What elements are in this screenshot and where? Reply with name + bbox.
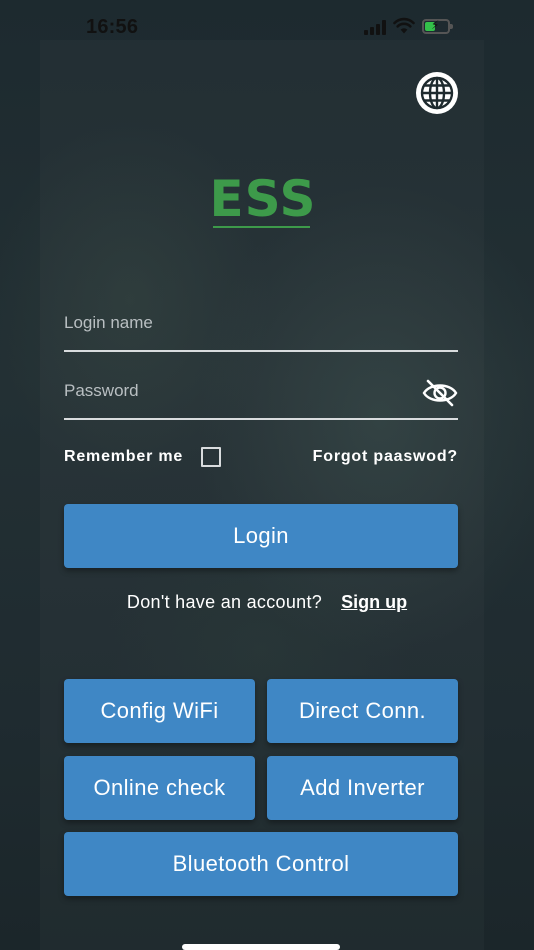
remember-me-checkbox[interactable] xyxy=(201,447,221,467)
globe-icon xyxy=(416,72,458,114)
login-name-input[interactable] xyxy=(64,308,404,338)
battery-icon: ⚡ xyxy=(422,18,453,34)
wifi-icon xyxy=(393,17,415,34)
online-check-button[interactable]: Online check xyxy=(64,756,255,820)
forgot-password-link[interactable]: Forgot paaswod? xyxy=(313,448,458,466)
login-button[interactable]: Login xyxy=(64,504,458,568)
cellular-signal-icon xyxy=(364,19,388,35)
eye-slash-icon xyxy=(422,379,458,407)
direct-connection-button[interactable]: Direct Conn. xyxy=(267,679,458,743)
charging-bolt-icon: ⚡ xyxy=(431,18,440,32)
logo-underline xyxy=(213,226,310,228)
language-button[interactable] xyxy=(414,70,460,116)
add-inverter-button[interactable]: Add Inverter xyxy=(267,756,458,820)
logo-text: ESS xyxy=(209,170,317,228)
app-logo: ESS xyxy=(208,170,318,232)
home-indicator xyxy=(182,944,340,950)
signup-prompt: Don't have an account? xyxy=(126,592,323,612)
signup-link[interactable]: Sign up xyxy=(341,592,407,612)
remember-me-label: Remember me xyxy=(64,448,184,465)
password-input[interactable] xyxy=(64,376,404,406)
status-time: 16:56 xyxy=(86,16,139,38)
status-bar: 16:56 ⚡ xyxy=(0,0,534,56)
signup-row: Don't have an account? Sign up xyxy=(0,592,534,613)
config-wifi-button[interactable]: Config WiFi xyxy=(64,679,255,743)
login-name-field xyxy=(64,300,458,352)
bluetooth-control-button[interactable]: Bluetooth Control xyxy=(64,832,458,896)
password-field xyxy=(64,368,458,420)
password-visibility-toggle[interactable] xyxy=(422,378,458,408)
